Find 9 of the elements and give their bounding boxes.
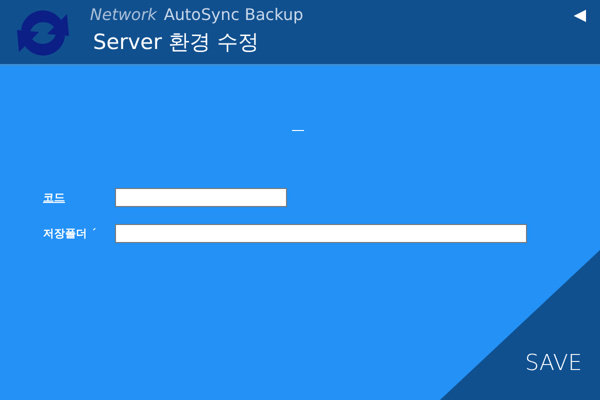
field-label: 코드 xyxy=(43,190,66,205)
page-title: Server 환경 수정 xyxy=(93,29,260,56)
save-button[interactable]: SAVE xyxy=(525,351,582,376)
back-button[interactable]: ◀ xyxy=(574,5,586,24)
input-field[interactable] xyxy=(115,188,287,207)
app-title-prefix: Network xyxy=(90,5,157,24)
app-title: AutoSync Backup xyxy=(164,5,304,24)
input-field[interactable] xyxy=(115,224,527,243)
field-label: 저장폴더 ´ xyxy=(43,226,98,241)
